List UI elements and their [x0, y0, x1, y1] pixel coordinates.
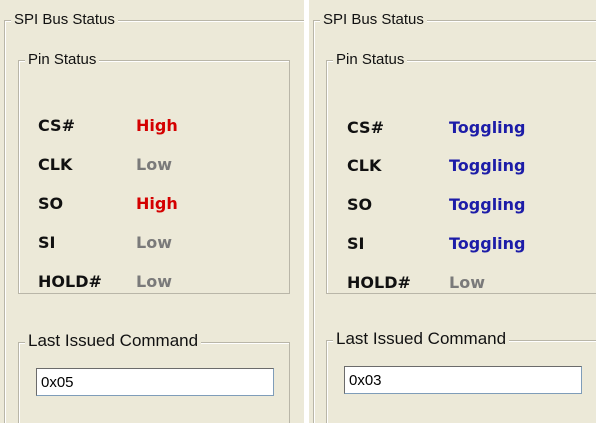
- spi-bus-status-panel-left: SPI Bus Status Pin Status CS# High CLK L…: [0, 0, 304, 423]
- pin-row-clk: CLK Toggling: [347, 156, 577, 182]
- pin-name: SI: [38, 233, 56, 252]
- pin-value: Low: [136, 272, 172, 291]
- pin-name: CS#: [347, 118, 384, 137]
- pin-row-si: SI Low: [38, 233, 268, 259]
- spi-bus-status-title: SPI Bus Status: [320, 11, 427, 29]
- pin-row-cs: CS# Toggling: [347, 118, 577, 144]
- last-issued-command-groupbox: Last Issued Command: [18, 332, 290, 423]
- last-issued-command-field[interactable]: [344, 366, 582, 394]
- pin-value: Toggling: [449, 195, 526, 214]
- pin-name: SI: [347, 234, 365, 253]
- pin-row-so: SO High: [38, 194, 268, 220]
- pin-row-hold: HOLD# Low: [347, 273, 577, 299]
- last-issued-command-label: Last Issued Command: [333, 330, 510, 348]
- spi-bus-status-title: SPI Bus Status: [11, 11, 118, 29]
- pin-value: Low: [449, 273, 485, 292]
- pin-row-clk: CLK Low: [38, 155, 268, 181]
- last-issued-command-field[interactable]: [36, 368, 274, 396]
- pin-value: Low: [136, 155, 172, 174]
- pin-name: CLK: [347, 156, 382, 175]
- pin-status-label: Pin Status: [25, 51, 100, 69]
- pin-value: Toggling: [449, 156, 526, 175]
- pin-row-so: SO Toggling: [347, 195, 577, 221]
- last-issued-command-groupbox: Last Issued Command: [326, 330, 596, 423]
- pin-value: Toggling: [449, 234, 526, 253]
- pin-name: SO: [347, 195, 373, 214]
- pin-row-si: SI Toggling: [347, 234, 577, 260]
- pin-status-label: Pin Status: [333, 51, 408, 69]
- last-issued-command-label: Last Issued Command: [25, 332, 202, 350]
- pin-value: Toggling: [449, 118, 526, 137]
- pin-name: CLK: [38, 155, 73, 174]
- pin-row-cs: CS# High: [38, 116, 268, 142]
- pin-name: CS#: [38, 116, 75, 135]
- pin-row-hold: HOLD# Low: [38, 272, 268, 298]
- pin-name: SO: [38, 194, 64, 213]
- pin-value: High: [136, 194, 178, 213]
- pin-value: Low: [136, 233, 172, 252]
- pin-name: HOLD#: [347, 273, 411, 292]
- spi-bus-status-panel-right: SPI Bus Status Pin Status CS# Toggling C…: [309, 0, 596, 423]
- pin-name: HOLD#: [38, 272, 102, 291]
- pin-value: High: [136, 116, 178, 135]
